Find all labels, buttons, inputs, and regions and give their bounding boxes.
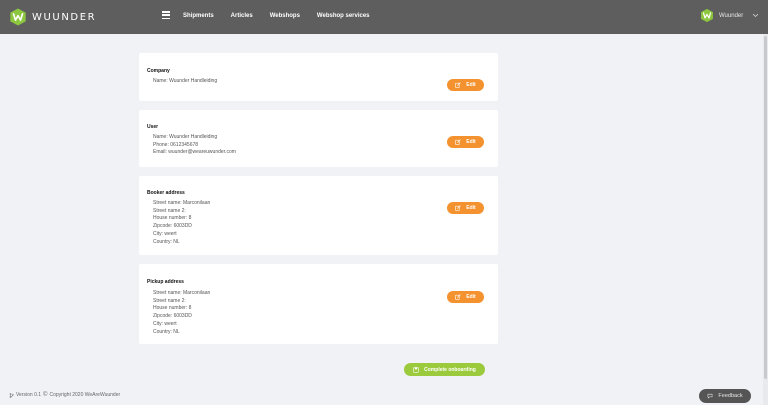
- page-scrollbar[interactable]: [763, 34, 768, 405]
- nav-articles[interactable]: Articles: [231, 11, 253, 21]
- edit-user-button[interactable]: Edit: [447, 136, 484, 148]
- booker-zipcode: Zipcode: 6003DD: [153, 223, 192, 230]
- user-avatar-icon: [701, 8, 713, 23]
- edit-company-button[interactable]: Edit: [447, 79, 484, 91]
- nav-webshops[interactable]: Webshops: [270, 11, 300, 21]
- nav-webshop-services[interactable]: Webshop services: [317, 11, 370, 21]
- top-navigation-bar: WUUNDER Shipments Articles Webshops Webs…: [0, 0, 768, 34]
- scrollbar-thumb[interactable]: [764, 36, 767, 379]
- booker-address-title: Booker address: [147, 190, 185, 196]
- edit-booker-address-button[interactable]: Edit: [447, 202, 484, 214]
- company-card: Company Name: Wuunder Handleiding Edit: [139, 53, 498, 101]
- company-title: Company: [147, 68, 170, 74]
- user-title: User: [147, 124, 159, 130]
- user-email-line: Email: wuunder@weareuwunder.com: [153, 149, 236, 156]
- booker-house-number: House number: 8: [153, 215, 192, 222]
- company-name: Name: Wuunder Handleiding: [153, 78, 218, 84]
- edit-icon: [455, 82, 461, 88]
- save-icon: [413, 366, 419, 373]
- booker-address-details: Street name: Marconilaan Street name 2: …: [153, 200, 210, 246]
- user-name-line: Name: Wuunder Handleiding: [153, 134, 218, 140]
- chevron-down-icon[interactable]: [752, 12, 759, 19]
- edit-label: Edit: [466, 82, 476, 88]
- company-details: Name: Wuunder Handleiding: [153, 78, 217, 86]
- pickup-street-2: Street name 2:: [153, 297, 186, 304]
- user-details: Name: Wuunder Handleiding Phone: 0612345…: [153, 134, 236, 157]
- edit-icon: [455, 139, 461, 145]
- user-menu[interactable]: Wuunder: [700, 8, 759, 23]
- complete-onboarding-label: Complete onboarding: [424, 366, 476, 373]
- chat-icon: [708, 393, 713, 399]
- pickup-street: Street name: Marconilaan: [153, 290, 211, 296]
- wuunder-logo[interactable]: WUUNDER: [9, 8, 96, 26]
- feedback-button[interactable]: Feedback: [699, 389, 751, 403]
- pickup-zipcode: Zipcode: 6003DD: [153, 313, 192, 320]
- edit-label: Edit: [466, 139, 476, 145]
- edit-icon: [455, 205, 461, 211]
- pickup-house-number: House number: 8: [153, 305, 192, 312]
- nav-shipments[interactable]: Shipments: [183, 11, 214, 21]
- pickup-city: City: weert: [153, 320, 177, 327]
- edit-label: Edit: [466, 294, 476, 300]
- menu-icon[interactable]: [162, 11, 170, 20]
- booker-address-card: Booker address Street name: Marconilaan …: [139, 176, 498, 255]
- booker-country: Country: NL: [153, 238, 180, 245]
- complete-onboarding-button[interactable]: Complete onboarding: [404, 363, 485, 376]
- user-name: Wuunder: [719, 12, 744, 19]
- pickup-address-title: Pickup address: [147, 279, 184, 285]
- pickup-country: Country: NL: [153, 328, 180, 335]
- booker-street: Street name: Marconilaan: [153, 200, 211, 206]
- logo-text: WUUNDER: [32, 11, 97, 23]
- copyright-icon: ©: [43, 392, 48, 398]
- user-card: User Name: Wuunder Handleiding Phone: 06…: [139, 110, 498, 167]
- version-text: Version 0.1: [16, 392, 42, 398]
- pickup-address-card: Pickup address Street name: Marconilaan …: [139, 264, 498, 344]
- edit-icon: [455, 294, 461, 300]
- user-phone-line: Phone: 0612345678: [153, 141, 199, 148]
- main-nav: Shipments Articles Webshops Webshop serv…: [183, 11, 387, 21]
- branch-icon: [9, 392, 14, 398]
- edit-pickup-address-button[interactable]: Edit: [447, 291, 484, 303]
- pickup-address-details: Street name: Marconilaan Street name 2: …: [153, 290, 210, 336]
- edit-label: Edit: [466, 205, 476, 211]
- footer: Version 0.1 © Copyright 2020 WeAreWuunde…: [9, 392, 120, 398]
- feedback-label: Feedback: [718, 393, 743, 399]
- booker-street-2: Street name 2:: [153, 207, 186, 214]
- booker-city: City: weert: [153, 230, 177, 237]
- copyright-text: Copyright 2020 WeAreWuunder: [49, 392, 121, 398]
- wuunder-logo-icon: [10, 8, 26, 26]
